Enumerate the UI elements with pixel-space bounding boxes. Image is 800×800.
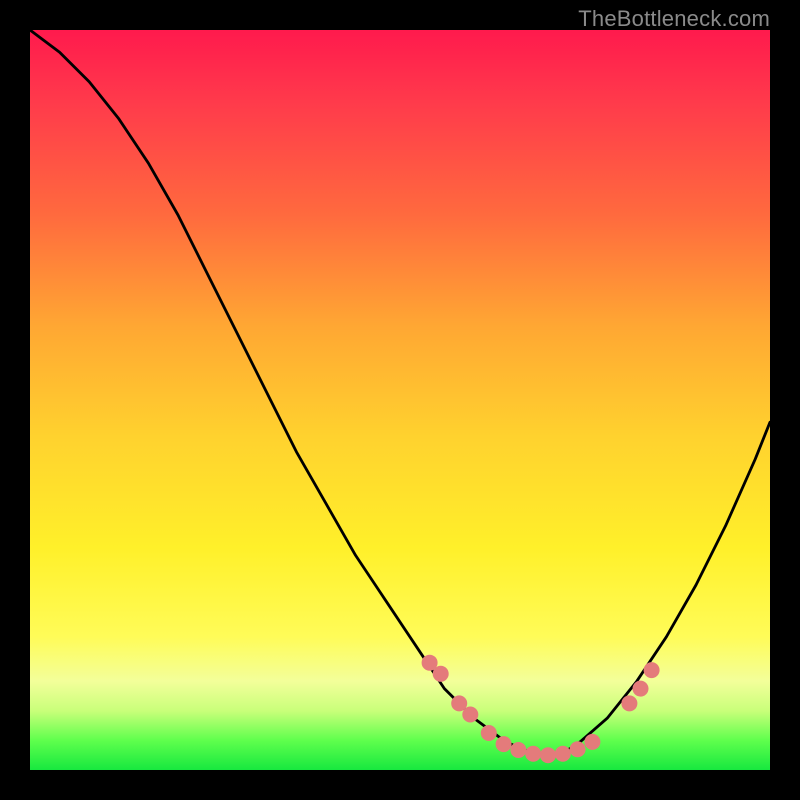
data-marker (555, 746, 571, 762)
watermark-text: TheBottleneck.com (578, 6, 770, 32)
data-marker (481, 725, 497, 741)
data-marker (525, 746, 541, 762)
data-marker (570, 741, 586, 757)
data-marker (462, 707, 478, 723)
data-marker (510, 742, 526, 758)
data-marker (540, 747, 556, 763)
data-marker (621, 695, 637, 711)
chart-container: TheBottleneck.com (0, 0, 800, 800)
marker-layer (422, 655, 660, 764)
chart-svg (30, 30, 770, 770)
plot-area (30, 30, 770, 770)
data-marker (433, 666, 449, 682)
data-marker (633, 681, 649, 697)
data-marker (496, 736, 512, 752)
data-marker (644, 662, 660, 678)
curve-layer (30, 30, 770, 755)
data-marker (584, 734, 600, 750)
curve-path (30, 30, 770, 755)
